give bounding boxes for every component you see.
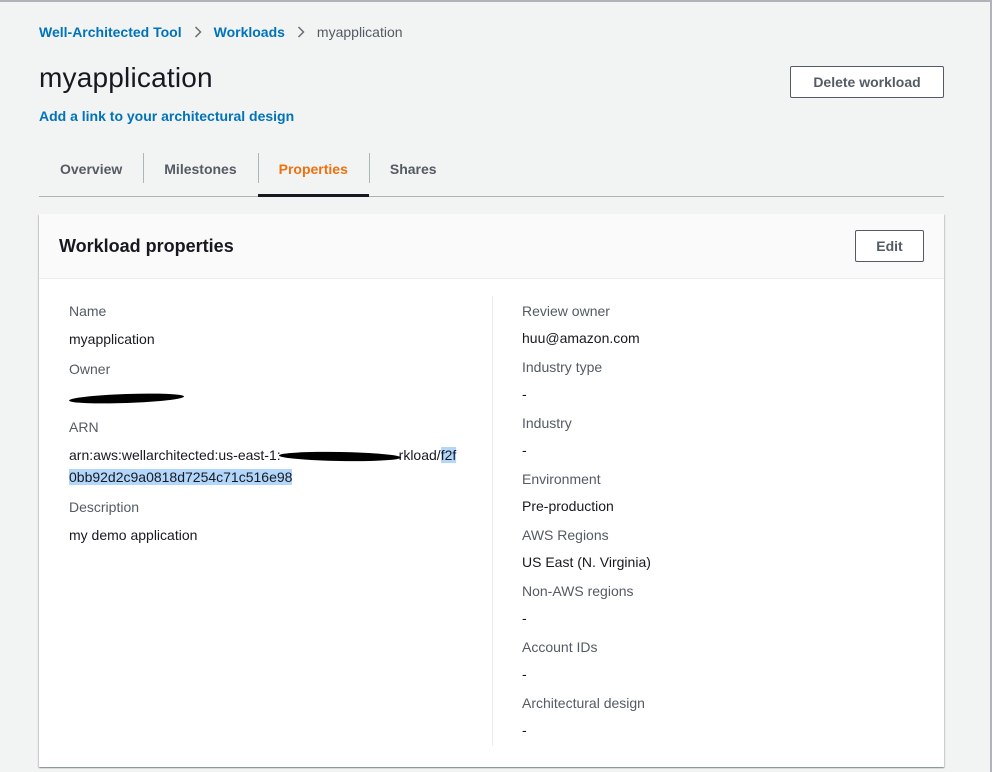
account-ids-value: - [522, 666, 527, 682]
non-aws-regions-label: Non-AWS regions [522, 583, 634, 599]
field-environment: Environment Pre-production [522, 470, 922, 517]
field-architectural-design: Architectural design - [522, 694, 922, 741]
field-non-aws-regions: Non-AWS regions - [522, 582, 922, 629]
breadcrumb-well-architected-tool[interactable]: Well-Architected Tool [39, 24, 182, 40]
environment-value: Pre-production [522, 498, 614, 514]
architectural-design-label: Architectural design [522, 695, 645, 711]
breadcrumb-workloads[interactable]: Workloads [214, 24, 285, 40]
arn-value: arn:aws:wellarchitected:us-east-1: rkload… [69, 444, 464, 488]
name-label: Name [69, 303, 107, 319]
tab-overview[interactable]: Overview [39, 141, 143, 196]
field-review-owner: Review owner huu@amazon.com [522, 302, 922, 349]
industry-value: - [522, 442, 527, 458]
add-architectural-design-link[interactable]: Add a link to your architectural design [39, 108, 294, 124]
column-divider [492, 296, 493, 746]
architectural-design-value: - [522, 722, 527, 738]
page-title: myapplication [39, 62, 213, 93]
redaction-mark [278, 450, 401, 462]
industry-type-label: Industry type [522, 359, 603, 375]
window-frame-top [0, 0, 992, 2]
breadcrumb-current: myapplication [316, 24, 403, 40]
field-industry: Industry - [522, 414, 922, 461]
delete-workload-button[interactable]: Delete workload [790, 66, 944, 98]
field-account-ids: Account IDs - [522, 638, 922, 685]
aws-regions-value: US East (N. Virginia) [522, 554, 651, 570]
properties-right-column: Review owner huu@amazon.com Industry typ… [522, 302, 922, 750]
environment-label: Environment [522, 471, 601, 487]
arn-suffix: rkload/ [398, 447, 441, 463]
redaction-mark [68, 391, 185, 405]
field-description: Description my demo application [69, 498, 469, 546]
edit-button[interactable]: Edit [855, 230, 924, 262]
field-owner: Owner [68, 360, 469, 408]
breadcrumb: Well-Architected Tool Workloads myapplic… [39, 22, 403, 42]
industry-label: Industry [522, 415, 572, 431]
description-value: my demo application [69, 527, 198, 543]
account-ids-label: Account IDs [522, 639, 598, 655]
panel-header: Workload properties [39, 214, 944, 279]
tab-shares[interactable]: Shares [368, 141, 458, 196]
owner-value [68, 386, 469, 408]
arn-prefix: arn:aws:wellarchitected:us-east-1: [69, 447, 281, 463]
field-aws-regions: AWS Regions US East (N. Virginia) [522, 526, 922, 573]
tab-properties[interactable]: Properties [257, 141, 370, 197]
description-label: Description [69, 499, 140, 515]
workload-properties-panel: Workload properties Edit Name myapplicat… [39, 214, 944, 767]
industry-type-value: - [522, 386, 527, 402]
owner-label: Owner [69, 361, 111, 377]
field-industry-type: Industry type - [522, 358, 922, 405]
review-owner-value: huu@amazon.com [522, 330, 640, 346]
panel-title: Workload properties [59, 236, 234, 256]
review-owner-label: Review owner [522, 303, 610, 319]
properties-left-column: Name myapplication Owner ARN arn:aws:wel… [68, 302, 469, 556]
name-value: myapplication [69, 331, 155, 347]
aws-regions-label: AWS Regions [522, 527, 609, 543]
non-aws-regions-value: - [522, 610, 527, 626]
tab-bar: Overview Milestones Properties Shares [39, 141, 944, 197]
chevron-right-icon [285, 26, 317, 38]
field-name: Name myapplication [69, 302, 469, 350]
tab-milestones[interactable]: Milestones [143, 141, 257, 196]
field-arn: ARN arn:aws:wellarchitected:us-east-1: rk… [69, 418, 469, 488]
chevron-right-icon [182, 26, 214, 38]
arn-label: ARN [69, 419, 99, 435]
